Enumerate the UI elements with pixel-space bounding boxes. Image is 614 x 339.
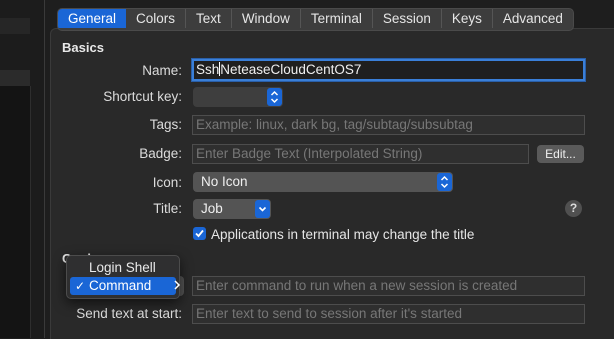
- shortcut-key-popup[interactable]: [193, 87, 283, 107]
- menu-item-login-shell[interactable]: Login Shell: [70, 259, 176, 277]
- basics-section-title: Basics: [62, 40, 104, 55]
- checkmark-icon: [195, 229, 204, 238]
- name-label: Name:: [142, 63, 182, 78]
- title-label: Title:: [153, 201, 182, 216]
- tab-window[interactable]: Window: [230, 9, 300, 28]
- shortcut-key-label: Shortcut key:: [103, 89, 182, 104]
- chevron-down-icon: [255, 200, 270, 218]
- tab-terminal[interactable]: Terminal: [299, 9, 372, 28]
- split-divider[interactable]: [44, 0, 45, 338]
- icon-popup-value: No Icon: [201, 174, 248, 189]
- tab-session[interactable]: Session: [371, 9, 441, 28]
- command-type-menu: Login Shell ✓ Command: [66, 255, 180, 299]
- tab-general[interactable]: General: [58, 9, 127, 28]
- tab-keys[interactable]: Keys: [440, 9, 492, 28]
- badge-input[interactable]: Enter Badge Text (Interpolated String): [192, 144, 529, 164]
- title-change-label: Applications in terminal may change the …: [211, 227, 475, 242]
- title-popup-value: Job: [201, 201, 223, 216]
- tags-input[interactable]: Example: linux, dark bg, tag/subtag/subs…: [192, 115, 585, 135]
- chevron-right-icon: [174, 280, 181, 290]
- badge-label: Badge:: [139, 146, 182, 161]
- icon-popup[interactable]: No Icon: [193, 172, 453, 192]
- send-text-label: Send text at start:: [76, 306, 182, 321]
- badge-placeholder: Enter Badge Text (Interpolated String): [196, 146, 423, 161]
- badge-edit-button[interactable]: Edit...: [537, 145, 584, 163]
- tab-bar: General Colors Text Window Terminal Sess…: [57, 8, 574, 31]
- name-field[interactable]: SshNeteaseCloudCentOS7: [192, 59, 585, 81]
- menu-item-command[interactable]: ✓ Command: [70, 277, 176, 295]
- checkmark-icon: ✓: [75, 279, 86, 293]
- tags-label: Tags:: [149, 117, 182, 132]
- profile-list-header: [0, 18, 30, 34]
- command-placeholder: Enter command to run when a new session …: [196, 278, 518, 293]
- tab-text[interactable]: Text: [185, 9, 231, 28]
- profile-list-pane: [0, 0, 44, 338]
- send-text-input[interactable]: Enter text to send to session after it's…: [192, 304, 585, 324]
- tags-placeholder: Example: linux, dark bg, tag/subtag/subs…: [196, 117, 473, 132]
- tab-advanced[interactable]: Advanced: [491, 9, 573, 28]
- popup-stepper-icon: [437, 173, 452, 191]
- tab-colors[interactable]: Colors: [126, 9, 185, 28]
- title-popup[interactable]: Job: [193, 199, 271, 219]
- help-button[interactable]: ?: [565, 200, 582, 217]
- send-text-placeholder: Enter text to send to session after it's…: [196, 306, 462, 321]
- popup-stepper-icon: [267, 88, 282, 106]
- command-input[interactable]: Enter command to run when a new session …: [192, 276, 585, 296]
- name-value-end: NeteaseCloudCentOS7: [220, 62, 362, 77]
- name-value-start: Ssh: [196, 62, 220, 77]
- icon-label: Icon:: [152, 175, 182, 190]
- title-change-checkbox[interactable]: [193, 227, 206, 240]
